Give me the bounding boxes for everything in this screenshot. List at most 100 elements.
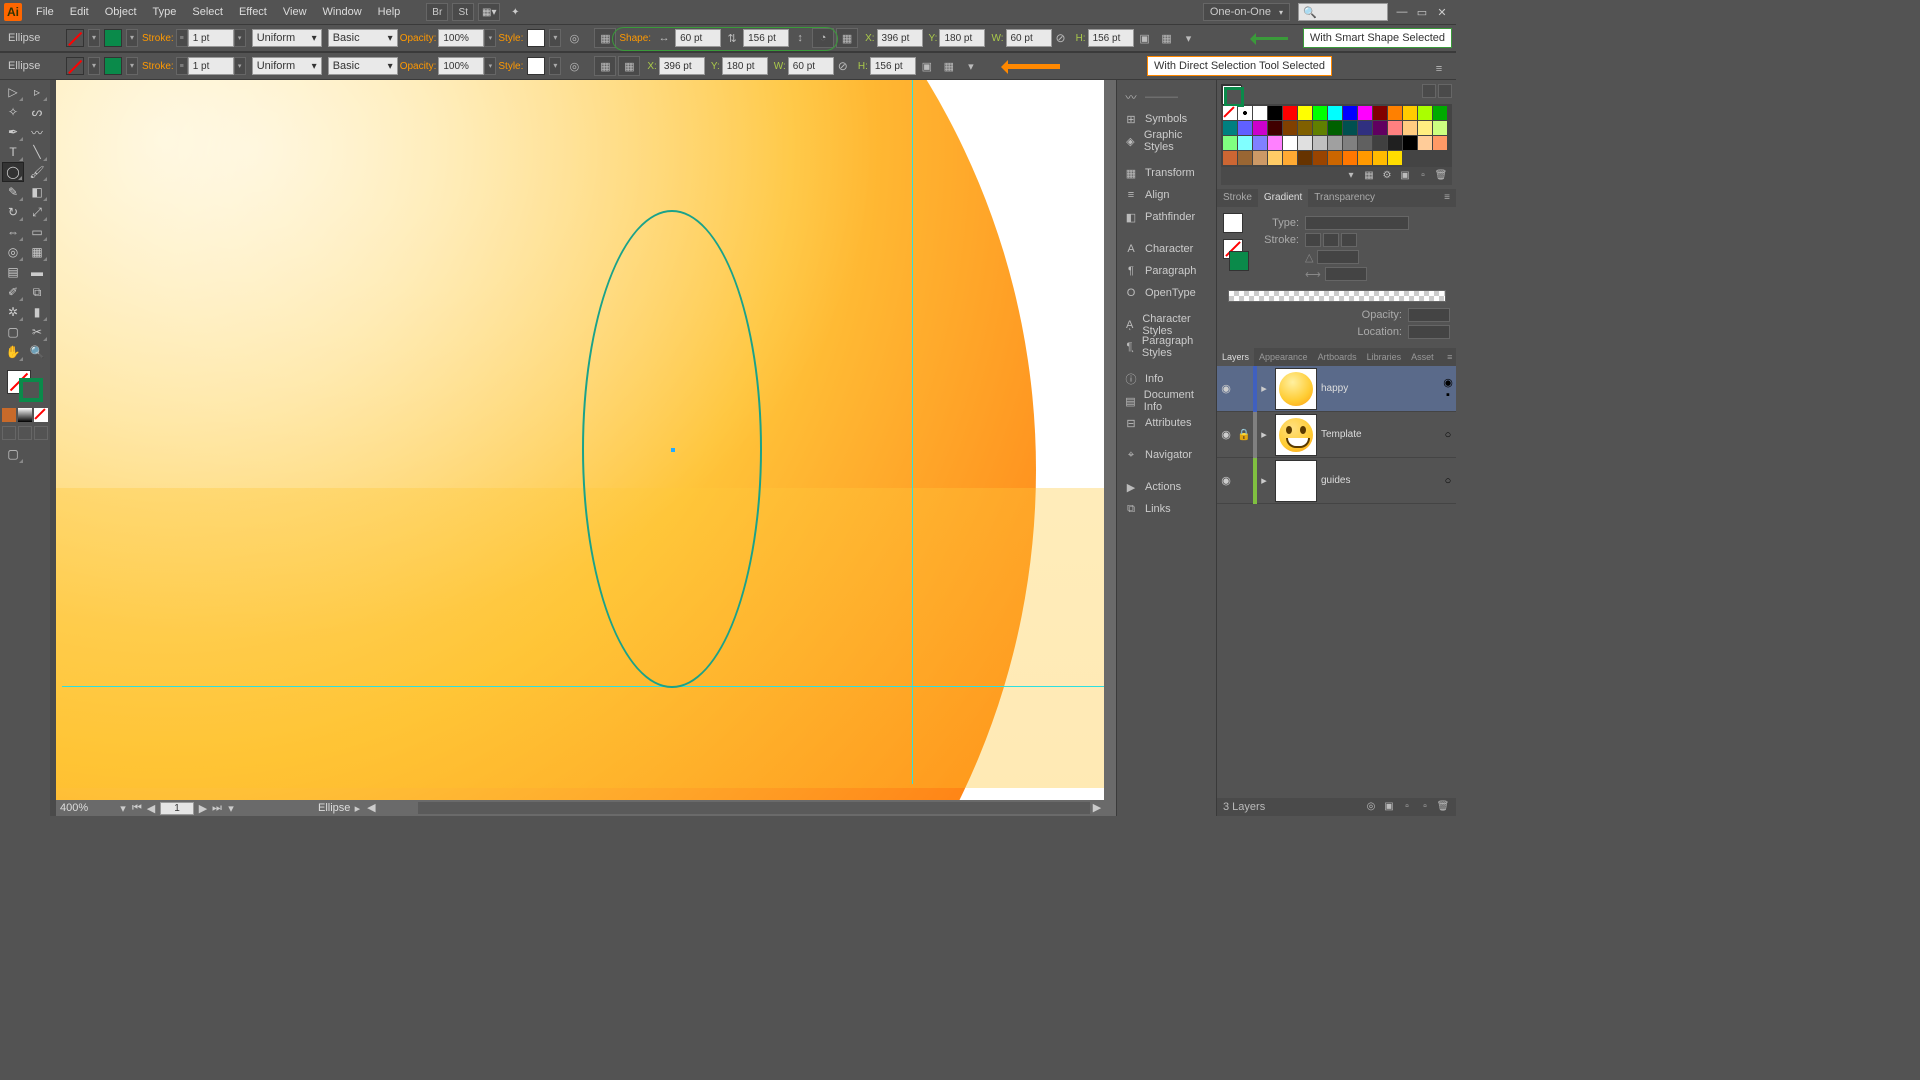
swatch-color[interactable] — [1283, 136, 1297, 150]
stroke-profile-select[interactable]: Uniform▾ — [252, 57, 322, 75]
swatch-color[interactable] — [1283, 151, 1297, 165]
swatch-view-grid[interactable] — [1438, 84, 1452, 98]
graphic-style-swatch[interactable] — [527, 29, 545, 47]
swatch-color[interactable] — [1283, 121, 1297, 135]
swatch-color[interactable] — [1388, 121, 1402, 135]
panel-menu-icon[interactable]: ≡ — [1438, 189, 1456, 207]
swatch-color[interactable] — [1403, 136, 1417, 150]
panel-menu-icon[interactable]: ≡ — [1429, 59, 1449, 79]
stroke-weight-stepper[interactable]: ≡ — [176, 57, 188, 75]
stroke-grad-across[interactable] — [1341, 233, 1357, 247]
swatch-color[interactable] — [1298, 106, 1312, 120]
swatch-none[interactable] — [1223, 106, 1237, 120]
swatch-color[interactable] — [1373, 106, 1387, 120]
direct-selection-tool[interactable]: ▹ — [26, 82, 48, 102]
stroke-weight-stepper[interactable]: ≡ — [176, 29, 188, 47]
mesh-tool[interactable]: ▤ — [2, 262, 24, 282]
gradient-tool[interactable]: ▬ — [26, 262, 48, 282]
edit-contents-icon[interactable]: ▦ — [1157, 28, 1177, 48]
swatch-color[interactable] — [1328, 121, 1342, 135]
tab-libraries[interactable]: Libraries — [1362, 348, 1407, 366]
aspect-field[interactable] — [1325, 267, 1367, 281]
stroke-swatch[interactable] — [104, 57, 122, 75]
stroke-swatch-menu[interactable]: ▾ — [126, 29, 138, 47]
horizontal-scrollbar[interactable] — [418, 802, 1090, 814]
locate-object-icon[interactable]: ◎ — [1364, 801, 1378, 813]
eraser-tool[interactable]: ◧ — [26, 182, 48, 202]
arrange-docs-button[interactable]: ▦▾ — [478, 3, 500, 21]
w-field[interactable]: 60 pt — [1006, 29, 1052, 47]
opacity-field[interactable]: 100% — [438, 57, 484, 75]
scroll-right-button[interactable]: ▶ — [1090, 801, 1104, 815]
layer-thumbnail[interactable] — [1275, 414, 1317, 456]
delete-swatch-icon[interactable]: 🗑 — [1434, 170, 1448, 182]
gradient-type-select[interactable] — [1305, 216, 1409, 230]
swatch-color[interactable] — [1418, 121, 1432, 135]
draw-inside[interactable] — [34, 426, 48, 440]
y-field[interactable]: 180 pt — [939, 29, 985, 47]
layer-name[interactable]: happy — [1321, 383, 1440, 394]
swatch-color[interactable] — [1238, 121, 1252, 135]
swatch-color[interactable] — [1253, 151, 1267, 165]
h-field[interactable]: 156 pt — [1088, 29, 1134, 47]
menu-file[interactable]: File — [28, 0, 62, 24]
swatch-color[interactable] — [1403, 106, 1417, 120]
fill-swatch-menu[interactable]: ▾ — [88, 29, 100, 47]
delete-layer-icon[interactable]: 🗑 — [1436, 801, 1450, 813]
recolor-icon[interactable]: ◎ — [564, 56, 584, 76]
artboard-canvas[interactable] — [56, 80, 1104, 800]
dock-actions[interactable]: ▶Actions — [1117, 476, 1216, 498]
wh-link-icon[interactable]: ⊘ — [1056, 31, 1066, 45]
swatch-color[interactable] — [1253, 136, 1267, 150]
new-swatch-icon[interactable]: ▫ — [1416, 170, 1430, 182]
prev-artboard-button[interactable]: ◀ — [144, 802, 158, 815]
stroke-weight-field[interactable]: 1 pt — [188, 29, 234, 47]
curvature-tool[interactable]: 〰 — [26, 122, 48, 142]
swatch-color[interactable] — [1298, 136, 1312, 150]
swatch-color[interactable] — [1373, 151, 1387, 165]
scroll-left-button[interactable]: ◀ — [364, 801, 378, 815]
dock-paragraph[interactable]: ¶Paragraph — [1117, 260, 1216, 282]
shape-link-icon[interactable]: ⇅ — [722, 28, 742, 48]
menu-object[interactable]: Object — [97, 0, 145, 24]
fill-stroke-control[interactable] — [5, 368, 45, 404]
scale-tool[interactable]: ⤢ — [26, 202, 48, 222]
swatch-color[interactable] — [1358, 136, 1372, 150]
swatch-color[interactable] — [1223, 136, 1237, 150]
zoom-menu[interactable]: ▾ — [116, 802, 130, 815]
zoom-tool[interactable]: 🔍 — [26, 342, 48, 362]
symbol-sprayer-tool[interactable]: ✲ — [2, 302, 24, 322]
new-sublayer-icon[interactable]: ▫ — [1400, 801, 1414, 813]
selection-tool[interactable]: ▷ — [2, 82, 24, 102]
search-input[interactable]: 🔍 — [1298, 3, 1388, 21]
gpu-button[interactable]: ✦ — [504, 3, 526, 21]
tab-artboards[interactable]: Artboards — [1313, 348, 1362, 366]
shape-builder-tool[interactable]: ◎ — [2, 242, 24, 262]
swatch-color[interactable] — [1313, 136, 1327, 150]
swatch-color[interactable] — [1268, 106, 1282, 120]
target-icon[interactable]: ○ — [1440, 475, 1456, 487]
hand-tool[interactable]: ✋ — [2, 342, 24, 362]
swatch-color[interactable] — [1238, 136, 1252, 150]
swatch-color[interactable] — [1328, 106, 1342, 120]
ctrl-menu-icon[interactable]: ▾ — [1179, 28, 1199, 48]
dock-transform[interactable]: ▦Transform — [1117, 162, 1216, 184]
screen-mode-button[interactable]: ▢ — [2, 444, 24, 464]
dock-brushes[interactable]: 〰——— — [1117, 86, 1216, 108]
horizontal-guide[interactable] — [62, 686, 1104, 687]
swatch-color[interactable] — [1313, 151, 1327, 165]
zoom-field[interactable]: 400% — [56, 802, 116, 814]
opacity-field[interactable]: 100% — [438, 29, 484, 47]
x-field[interactable]: 396 pt — [659, 57, 705, 75]
maximize-button[interactable]: ▭ — [1414, 6, 1430, 18]
minimize-button[interactable]: — — [1394, 6, 1410, 18]
stroke-weight-field[interactable]: 1 pt — [188, 57, 234, 75]
swatch-color[interactable] — [1358, 151, 1372, 165]
status-menu[interactable]: ▸ — [350, 802, 364, 815]
swatch-color[interactable] — [1253, 121, 1267, 135]
ellipse-tool[interactable]: ◯ — [2, 162, 24, 182]
brush-select[interactable]: Basic▾ — [328, 57, 398, 75]
recolor-icon[interactable]: ◎ — [564, 28, 584, 48]
swatch-color[interactable] — [1418, 106, 1432, 120]
artboard-tool[interactable]: ▢ — [2, 322, 24, 342]
